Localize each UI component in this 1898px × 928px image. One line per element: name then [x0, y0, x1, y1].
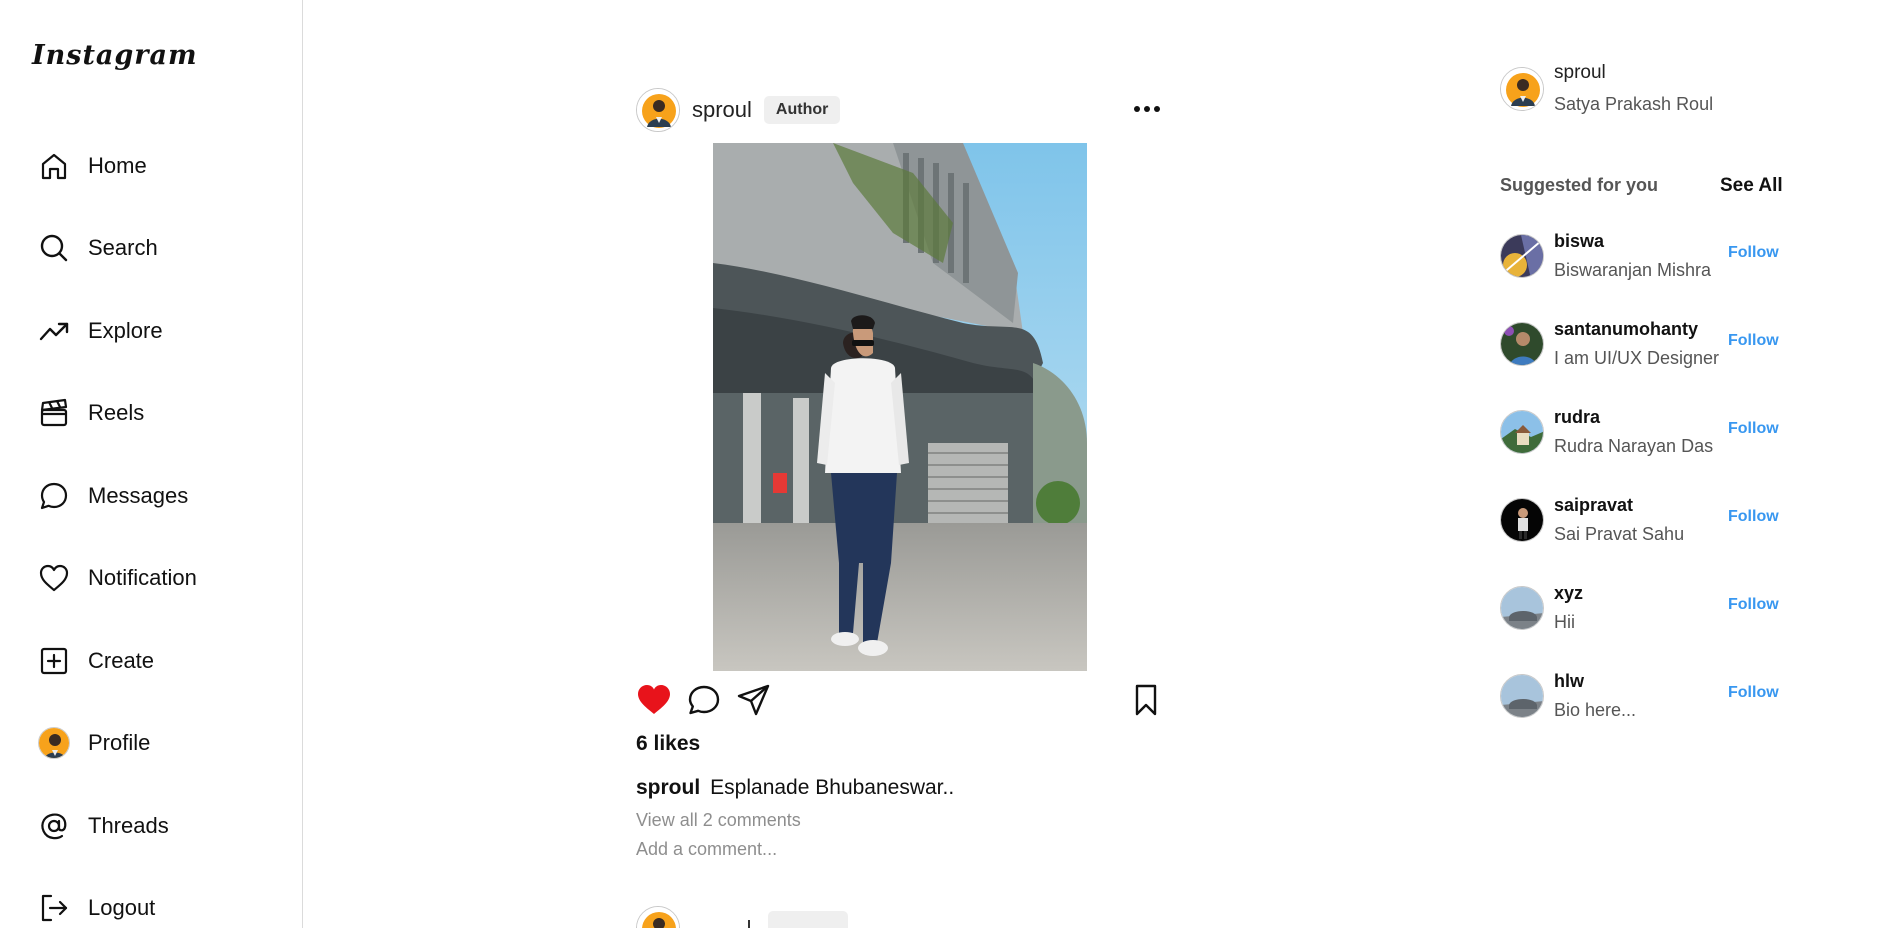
- suggestion-full-name: Rudra Narayan Das: [1554, 436, 1714, 456]
- suggestion-username[interactable]: rudra: [1554, 407, 1728, 428]
- message-bubble-icon: [40, 482, 68, 510]
- logout-icon: [41, 894, 68, 922]
- sidebar-item-profile[interactable]: Profile: [38, 723, 150, 763]
- suggestion-username[interactable]: saipravat: [1554, 495, 1728, 516]
- suggestion-full-name: Hii: [1554, 612, 1575, 632]
- sidebar-item-label: Create: [88, 648, 155, 673]
- post-header: sproul Author: [636, 88, 1164, 132]
- sidebar-item-label: Messages: [88, 483, 189, 508]
- sidebar-item-notification[interactable]: Notification: [38, 558, 197, 598]
- right-panel: sproul Satya Prakash Roul Suggested for …: [1500, 0, 1800, 928]
- suggestion-username[interactable]: hlw: [1554, 671, 1728, 692]
- sidebar-item-label: Explore: [88, 318, 163, 343]
- suggestion-full-name: Sai Pravat Sahu: [1554, 524, 1685, 544]
- at-sign-icon: [41, 813, 67, 840]
- current-full-name: Satya Prakash Roul: [1554, 94, 1714, 114]
- sidebar-item-home[interactable]: Home: [38, 146, 147, 186]
- avatar[interactable]: [1500, 322, 1544, 366]
- follow-button[interactable]: Follow: [1728, 332, 1779, 350]
- dot-icon: [1154, 106, 1160, 112]
- sidebar-item-label: Threads: [88, 813, 169, 838]
- dot-icon: [1134, 106, 1140, 112]
- avatar[interactable]: [1500, 410, 1544, 454]
- sidebar-item-label: Search: [88, 235, 158, 260]
- follow-button[interactable]: Follow: [1728, 596, 1779, 614]
- post-author-avatar[interactable]: [636, 906, 680, 928]
- add-comment-input[interactable]: [636, 839, 1036, 860]
- follow-button[interactable]: Follow: [1728, 420, 1779, 438]
- post-caption: sproul Esplanade Bhubaneswar..: [636, 776, 954, 800]
- suggestion-item: santanumohanty I am UI/UX Designer Follo…: [1500, 319, 1780, 369]
- caption-username[interactable]: sproul: [636, 776, 700, 799]
- suggestion-full-name: Biswaranjan Mishra: [1554, 260, 1712, 280]
- author-badge: Author: [763, 96, 841, 124]
- avatar[interactable]: [1500, 234, 1544, 278]
- comment-icon: [688, 685, 720, 715]
- follow-button[interactable]: Follow: [1728, 244, 1779, 262]
- follow-button[interactable]: Follow: [1728, 508, 1779, 526]
- sidebar-item-label: Reels: [88, 400, 145, 425]
- like-button[interactable]: [636, 682, 672, 718]
- avatar[interactable]: [1500, 498, 1544, 542]
- search-icon: [40, 234, 68, 262]
- home-icon: [41, 153, 67, 180]
- sidebar-item-search[interactable]: Search: [38, 228, 158, 268]
- sidebar-item-messages[interactable]: Messages: [38, 476, 188, 516]
- heart-icon: [39, 564, 69, 592]
- clapperboard-icon: [40, 398, 68, 427]
- avatar[interactable]: [1500, 674, 1544, 718]
- current-user[interactable]: sproul Satya Prakash Roul: [1500, 62, 1713, 115]
- sidebar-item-label: Profile: [88, 730, 151, 755]
- suggestion-item: rudra Rudra Narayan Das Follow: [1500, 407, 1780, 457]
- comment-button[interactable]: [686, 682, 722, 718]
- trending-icon: [39, 322, 69, 341]
- save-button[interactable]: [1128, 682, 1164, 718]
- suggestion-full-name: I am UI/UX Designer: [1554, 348, 1720, 368]
- instagram-logo[interactable]: Instagram: [32, 40, 198, 71]
- current-username[interactable]: sproul: [1554, 62, 1713, 84]
- suggestion-item: hlw Bio here... Follow: [1500, 671, 1780, 721]
- suggested-title: Suggested for you: [1500, 175, 1659, 195]
- author-badge: [768, 911, 848, 928]
- bookmark-icon: [1135, 684, 1157, 716]
- sidebar-item-label: Logout: [88, 895, 156, 920]
- post-username[interactable]: sproul: [692, 97, 752, 123]
- plus-square-icon: [40, 647, 68, 675]
- avatar: [38, 727, 70, 759]
- suggestion-full-name: Bio here...: [1554, 700, 1637, 720]
- share-button[interactable]: [736, 682, 772, 718]
- follow-button[interactable]: Follow: [1728, 684, 1779, 702]
- see-all-link[interactable]: See All: [1720, 175, 1783, 197]
- suggestion-item: xyz Hii Follow: [1500, 583, 1780, 633]
- sidebar-item-logout[interactable]: Logout: [38, 888, 155, 928]
- sidebar-item-create[interactable]: Create: [38, 641, 154, 681]
- sidebar-item-label: Home: [88, 153, 147, 178]
- dot-icon: [1144, 106, 1150, 112]
- more-options-button[interactable]: [1130, 96, 1164, 122]
- caption-text: Esplanade Bhubaneswar..: [710, 776, 955, 799]
- view-comments-link[interactable]: View all 2 comments: [636, 810, 801, 831]
- likes-count[interactable]: 6 likes: [636, 732, 700, 756]
- sidebar-item-explore[interactable]: Explore: [38, 311, 163, 351]
- send-icon: [737, 684, 770, 716]
- post-author-avatar[interactable]: [636, 88, 680, 132]
- sidebar-item-threads[interactable]: Threads: [38, 806, 169, 846]
- sidebar-item-label: Notification: [88, 565, 197, 590]
- avatar[interactable]: [1500, 586, 1544, 630]
- avatar[interactable]: [1500, 66, 1544, 111]
- heart-filled-icon: [638, 685, 670, 714]
- sidebar: Instagram Home Search Explore Reels Mess…: [0, 0, 303, 928]
- post-actions: [636, 682, 1164, 718]
- text-fragment: [748, 920, 750, 928]
- next-post-header: [636, 906, 1164, 928]
- suggestion-username[interactable]: santanumohanty: [1554, 319, 1728, 340]
- suggestion-item: saipravat Sai Pravat Sahu Follow: [1500, 495, 1780, 545]
- post-image[interactable]: [713, 143, 1087, 671]
- suggestion-username[interactable]: xyz: [1554, 583, 1728, 604]
- suggestion-username[interactable]: biswa: [1554, 231, 1728, 252]
- sidebar-item-reels[interactable]: Reels: [38, 393, 144, 433]
- suggestion-item: biswa Biswaranjan Mishra Follow: [1500, 231, 1780, 281]
